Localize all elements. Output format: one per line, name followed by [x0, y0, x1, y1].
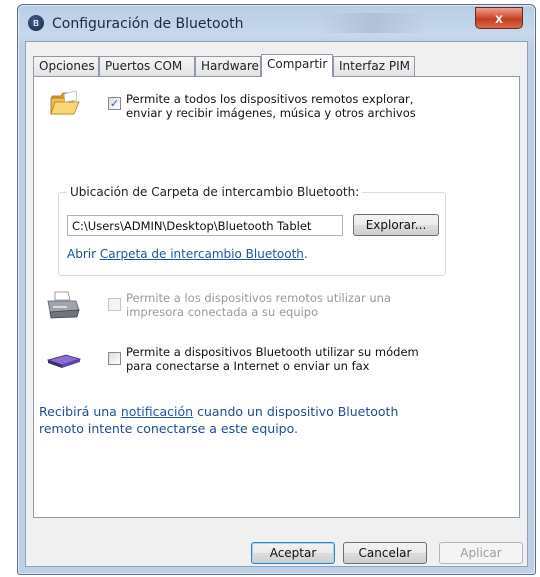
- browse-button[interactable]: Explorar...: [353, 214, 439, 236]
- allow-remote-browse-label-line2: enviar y recibir imágenes, música y otro…: [126, 106, 416, 120]
- title-bar-blur: [318, 13, 428, 33]
- notification-line2: remoto intente conectarse a este equipo.: [39, 421, 299, 436]
- tab-opciones[interactable]: Opciones: [33, 56, 99, 76]
- tab-hardware[interactable]: Hardware: [195, 56, 261, 76]
- allow-remote-browse-label-line1: Permite a todos los dispositivos remotos…: [126, 92, 414, 106]
- share-folder-legend: Ubicación de Carpeta de intercambio Blue…: [67, 185, 363, 199]
- tab-puertos-com[interactable]: Puertos COM: [99, 56, 195, 76]
- apply-button[interactable]: Aplicar: [439, 542, 523, 564]
- window-title: Configuración de Bluetooth: [52, 16, 244, 32]
- share-modem-label-line2: para conectarse a Internet o enviar un f…: [126, 359, 370, 373]
- cancel-button[interactable]: Cancelar: [343, 542, 427, 564]
- ok-button[interactable]: Aceptar: [251, 542, 335, 564]
- share-folder-group: Ubicación de Carpeta de intercambio Blue…: [58, 185, 446, 276]
- modem-icon: [46, 352, 82, 370]
- share-printer-label-line1: Permite a los dispositivos remotos utili…: [126, 291, 391, 305]
- compartir-panel: ✓ Permite a todos los dispositivos remot…: [33, 76, 520, 518]
- notification-note: Recibirá una notificación cuando un disp…: [39, 403, 429, 437]
- open-share-folder-link[interactable]: Carpeta de intercambio Bluetooth: [100, 247, 304, 261]
- bluetooth-settings-window: ʙ Configuración de Bluetooth x Opciones …: [17, 4, 536, 575]
- allow-remote-browse-checkbox[interactable]: ✓: [108, 97, 121, 110]
- share-printer-label-line2: impresora conectada a su equipo: [126, 305, 319, 319]
- share-modem-label-line1: Permite a dispositivos Bluetooth utiliza…: [126, 345, 419, 359]
- share-folder-path-input[interactable]: C:\Users\ADMIN\Desktop\Bluetooth Tablet: [67, 215, 343, 236]
- open-share-folder-suffix: .: [303, 247, 308, 261]
- notification-link[interactable]: notificación: [121, 404, 193, 419]
- close-button[interactable]: x: [475, 7, 523, 29]
- tab-interfaz-pim[interactable]: Interfaz PIM: [333, 56, 415, 76]
- close-icon: x: [495, 10, 503, 26]
- open-share-folder-line: Abrir Carpeta de intercambio Bluetooth.: [67, 247, 308, 261]
- bluetooth-icon: ʙ: [28, 15, 44, 31]
- share-modem-checkbox[interactable]: [108, 352, 121, 365]
- printer-icon: [46, 290, 80, 320]
- notification-suffix: cuando un dispositivo Bluetooth: [193, 404, 399, 419]
- tab-compartir[interactable]: Compartir: [261, 54, 333, 77]
- notification-prefix: Recibirá una: [39, 404, 121, 419]
- title-bar[interactable]: ʙ Configuración de Bluetooth x: [18, 5, 535, 41]
- open-share-folder-prefix: Abrir: [67, 247, 100, 261]
- folder-icon: [50, 90, 80, 116]
- share-printer-checkbox[interactable]: [108, 298, 121, 311]
- dialog-client-area: Opciones Puertos COM Hardware Compartir …: [25, 41, 528, 567]
